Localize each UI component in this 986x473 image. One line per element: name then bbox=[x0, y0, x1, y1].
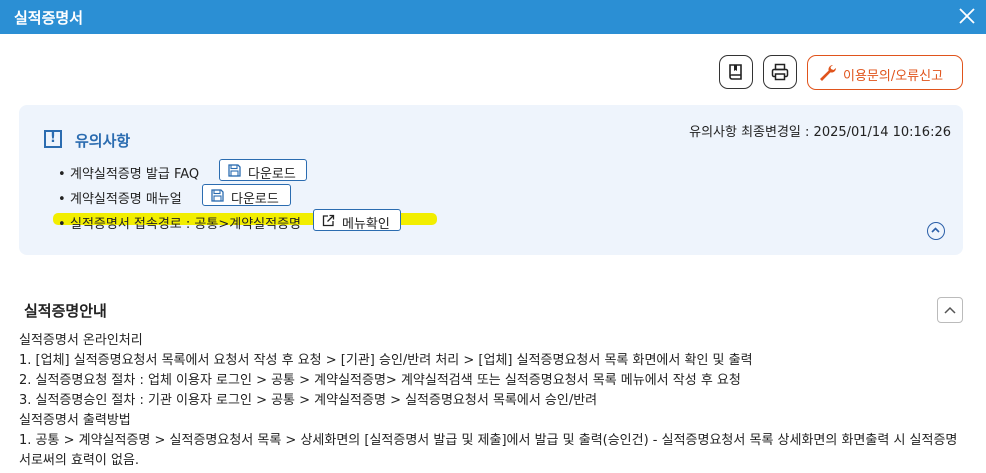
book-icon bbox=[729, 64, 742, 80]
notice-item-faq: • 계약실적증명 발급 FAQ bbox=[58, 167, 200, 182]
guide-collapse-button[interactable] bbox=[937, 297, 963, 323]
wrench-icon bbox=[820, 64, 837, 81]
close-icon[interactable] bbox=[956, 5, 978, 27]
printer-icon bbox=[771, 63, 789, 81]
guide-line: 실적증명서 출력방법 bbox=[19, 413, 131, 428]
window-title: 실적증명서 bbox=[14, 9, 84, 27]
notice-panel: ! 유의사항 유의사항 최종변경일 : 2025/01/14 10:16:26 … bbox=[19, 105, 963, 255]
print-button[interactable] bbox=[763, 55, 797, 89]
menu-check-button[interactable]: 메뉴확인 bbox=[313, 209, 401, 232]
chevron-up-icon bbox=[944, 306, 956, 314]
manual-book-button[interactable] bbox=[719, 55, 753, 89]
external-link-icon bbox=[322, 214, 335, 227]
guide-line: 실적증명서 온라인처리 bbox=[19, 333, 143, 348]
manual-download-button[interactable]: 다운로드 bbox=[202, 184, 291, 207]
guide-line: 3. 실적증명승인 절차 : 기관 이용자 로그인 > 공통 > 계약실적증명 … bbox=[19, 393, 598, 408]
floppy-icon bbox=[211, 189, 224, 202]
guide-line: 1. 공통 > 계약실적증명 > 실적증명요청서 목록 > 상세화면의 [실적증… bbox=[19, 433, 958, 468]
notice-item-manual: • 계약실적증명 매뉴얼 bbox=[58, 192, 182, 207]
guide-content: 실적증명서 온라인처리 1. [업체] 실적증명요청서 목록에서 요청서 작성 … bbox=[19, 331, 969, 471]
title-bar: 실적증명서 bbox=[0, 0, 986, 34]
floppy-icon bbox=[228, 164, 241, 177]
guide-section-title: 실적증명안내 bbox=[24, 302, 107, 320]
notice-last-updated: 유의사항 최종변경일 : 2025/01/14 10:16:26 bbox=[689, 125, 951, 140]
inquiry-report-button[interactable]: 이용문의/오류신고 bbox=[807, 55, 963, 90]
guide-line: 1. [업체] 실적증명요청서 목록에서 요청서 작성 후 요청 > [기관] … bbox=[19, 353, 753, 368]
chevron-up-icon bbox=[931, 227, 940, 233]
notice-item-access-path: • 실적증명서 접속경로 : 공통>계약실적증명 bbox=[58, 217, 301, 232]
faq-download-button[interactable]: 다운로드 bbox=[219, 159, 307, 182]
notice-collapse-button[interactable] bbox=[927, 222, 945, 240]
guide-line: 2. 실적증명요청 절차 : 업체 이용자 로그인 > 공통 > 계약실적증명>… bbox=[19, 373, 741, 388]
inquiry-label: 이용문의/오류신고 bbox=[843, 69, 944, 84]
notice-title: 유의사항 bbox=[75, 132, 131, 150]
exclamation-icon: ! bbox=[44, 130, 62, 148]
